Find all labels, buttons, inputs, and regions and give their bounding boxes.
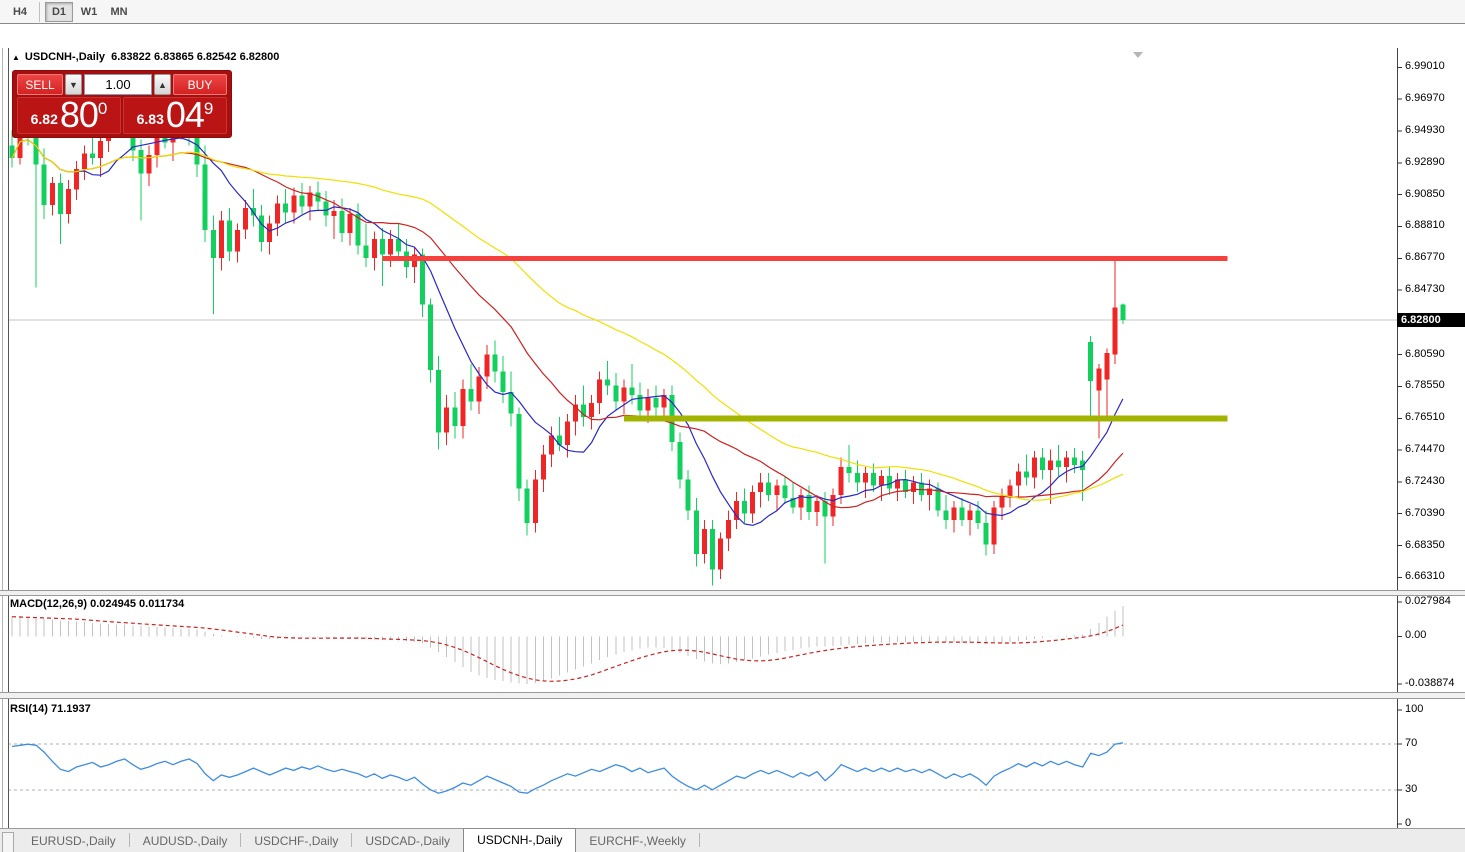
sell-price-big: 80 [60, 98, 98, 132]
one-click-trading-panel: SELL ▼ ▲ BUY 6.82 80 0 6.83 04 9 [12, 70, 232, 138]
mt4-window: H4 D1W1MN ▲ USDCNH-,Daily 6.83822 6.83865 … [0, 0, 1465, 852]
buy-quote[interactable]: 6.83 04 9 [123, 97, 227, 134]
chart-tab-usdcad[interactable]: USDCAD-,Daily [352, 830, 463, 852]
sell-price-sup: 0 [98, 99, 107, 119]
buy-button[interactable]: BUY [173, 74, 227, 95]
collapse-panel-icon[interactable]: ▲ [12, 53, 20, 62]
current-price-tag: 6.82800 [1397, 313, 1465, 327]
timeframe-button-mn[interactable]: MN [105, 2, 133, 22]
trade-panel-quotes: 6.82 80 0 6.83 04 9 [17, 97, 227, 134]
sell-price-base: 6.82 [31, 111, 58, 127]
volume-decrease-button[interactable]: ▼ [65, 74, 82, 95]
chart-symbol-label: USDCNH-,Daily [25, 51, 105, 63]
chart-tab-usdcnh[interactable]: USDCNH-,Daily [463, 828, 576, 852]
timeframe-button-h4[interactable]: H4 [6, 2, 34, 22]
chart-tab-usdchf[interactable]: USDCHF-,Daily [241, 830, 351, 852]
chart-ohlc-values: 6.83822 6.83865 6.82542 6.82800 [111, 51, 279, 63]
volume-increase-button[interactable]: ▲ [154, 74, 171, 95]
timeframe-button-d1[interactable]: D1 [45, 2, 73, 22]
sell-quote[interactable]: 6.82 80 0 [17, 97, 121, 134]
chart-tab-bar: EURUSD-,DailyAUDUSD-,DailyUSDCHF-,DailyU… [0, 828, 1465, 852]
tabbar-left-stub[interactable] [2, 832, 14, 852]
buy-price-sup: 9 [204, 99, 213, 119]
sell-button[interactable]: SELL [17, 74, 63, 95]
chart-window: ▲ USDCNH-,Daily 6.83822 6.83865 6.82542 6… [0, 23, 1465, 829]
trade-panel-controls: SELL ▼ ▲ BUY [17, 74, 227, 95]
timeframe-button-w1[interactable]: W1 [75, 2, 103, 22]
buy-price-base: 6.83 [137, 111, 164, 127]
pane-separator[interactable] [0, 692, 1465, 699]
buy-price-big: 04 [166, 98, 204, 132]
chart-canvas[interactable] [0, 24, 1465, 852]
tab-separator [699, 833, 700, 847]
chart-tab-eurchf[interactable]: EURCHF-,Weekly [576, 830, 698, 852]
chart-title: ▲ USDCNH-,Daily 6.83822 6.83865 6.82542 6… [12, 51, 279, 63]
toolbar-divider [39, 2, 40, 22]
pane-separator[interactable] [0, 590, 1465, 596]
timeframe-toolbar: H4 D1W1MN [0, 0, 1465, 24]
rsi-label: RSI(14) 71.1937 [10, 703, 91, 715]
chart-tab-eurusd[interactable]: EURUSD-,Daily [18, 830, 129, 852]
chart-tab-audusd[interactable]: AUDUSD-,Daily [130, 830, 241, 852]
volume-input[interactable] [84, 74, 152, 95]
macd-label: MACD(12,26,9) 0.024945 0.011734 [10, 598, 184, 610]
